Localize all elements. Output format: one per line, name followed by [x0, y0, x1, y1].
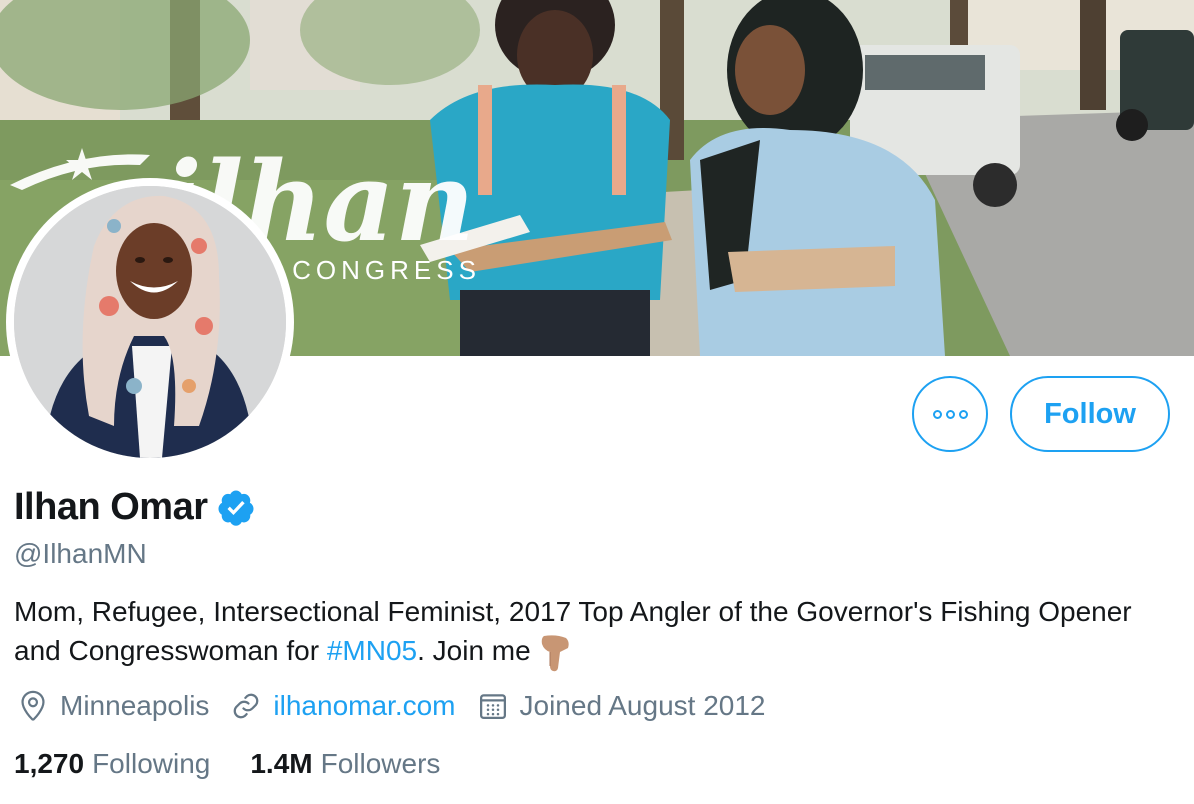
- profile-handle: @IlhanMN: [14, 538, 147, 569]
- location-text: Minneapolis: [60, 690, 210, 721]
- bio-tail: . Join me: [417, 635, 531, 666]
- following-stat[interactable]: 1,270 Following: [14, 748, 210, 780]
- profile-name-row: Ilhan Omar: [14, 486, 256, 529]
- website-item[interactable]: ilhanomar.com: [231, 690, 456, 722]
- more-dot: [958, 409, 968, 419]
- followers-count: 1.4M: [250, 748, 313, 779]
- calendar-icon: [479, 694, 506, 719]
- location-item: Minneapolis: [18, 690, 209, 722]
- joined-item: Joined August 2012: [478, 690, 766, 722]
- location-pin-icon: [21, 690, 45, 721]
- profile-bio: Mom, Refugee, Intersectional Feminist, 2…: [14, 592, 1184, 672]
- followers-label: Followers: [320, 748, 441, 779]
- following-label: Following: [92, 748, 211, 779]
- pointing-down-emoji-icon: [542, 634, 570, 671]
- joined-text: Joined August 2012: [519, 690, 766, 721]
- avatar-photo: [14, 186, 286, 458]
- more-button[interactable]: [912, 376, 988, 452]
- more-dot: [945, 409, 955, 419]
- profile-name: Ilhan Omar: [14, 486, 208, 528]
- profile-stats: 1,270 Following 1.4M Followers: [14, 748, 480, 780]
- profile-meta-row: Minneapolis ilhanomar.com Joined August …: [18, 690, 788, 722]
- following-count: 1,270: [14, 748, 85, 779]
- bio-hashtag-link[interactable]: #MN05: [327, 635, 417, 666]
- verified-badge-icon: [218, 490, 253, 526]
- more-dots-icon: [932, 409, 942, 419]
- bio-text: Mom, Refugee, Intersectional Feminist, 2…: [14, 596, 1132, 666]
- link-icon: [234, 693, 259, 719]
- profile-avatar[interactable]: [6, 178, 294, 466]
- follow-button[interactable]: Follow: [1010, 376, 1170, 452]
- followers-stat[interactable]: 1.4M Followers: [250, 748, 440, 780]
- website-link[interactable]: ilhanomar.com: [273, 690, 455, 722]
